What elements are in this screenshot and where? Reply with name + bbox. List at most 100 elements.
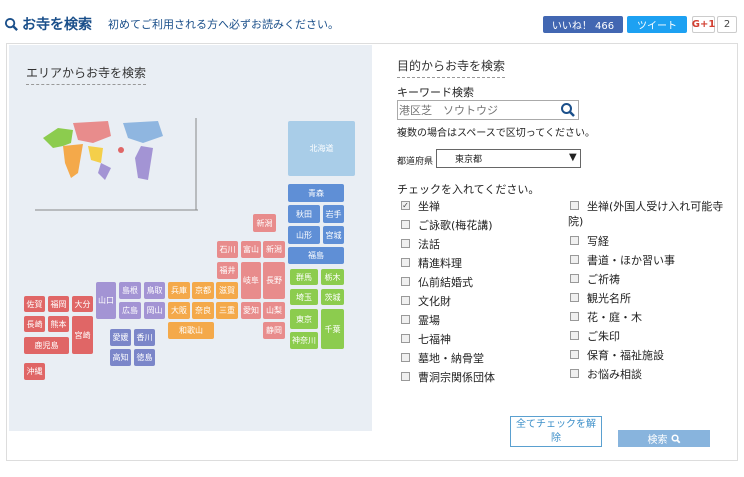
pref-ehime[interactable]: 愛媛 (110, 329, 131, 346)
first-time-link[interactable]: 初めてご利用される方へ必ずお読みください。 (108, 16, 339, 32)
pref-kanagawa[interactable]: 神奈川 (290, 332, 318, 349)
keyword-input[interactable] (399, 101, 557, 119)
option-left-6-label: 霊場 (418, 314, 440, 327)
pref-miyazaki[interactable]: 宮崎 (72, 316, 93, 354)
pref-nagasaki[interactable]: 長崎 (24, 316, 45, 332)
option-left-2-label: 法話 (418, 238, 440, 251)
prefecture-label: 都道府県 (397, 157, 434, 167)
pref-shizuoka[interactable]: 静岡 (263, 322, 285, 339)
option-right-2-checkbox[interactable] (570, 274, 579, 283)
option-left-7-label: 七福神 (418, 333, 451, 346)
pref-fukui[interactable]: 福井 (217, 262, 238, 279)
pref-ishikawa[interactable]: 石川 (217, 241, 238, 258)
option-left-5-checkbox[interactable] (401, 296, 410, 305)
pref-kagawa[interactable]: 香川 (134, 329, 155, 346)
pref-gifu[interactable]: 岐阜 (241, 262, 261, 299)
pref-okayama[interactable]: 岡山 (144, 302, 165, 319)
pref-oita[interactable]: 大分 (72, 296, 93, 312)
option-left-5-label: 文化財 (418, 295, 451, 308)
pref-niigata-2[interactable]: 新潟 (263, 241, 285, 258)
pref-toyama[interactable]: 富山 (241, 241, 261, 258)
search-button[interactable]: 検索 (618, 430, 710, 447)
pref-hiroshima[interactable]: 広島 (119, 302, 141, 319)
option-right-4-checkbox[interactable] (570, 312, 579, 321)
pref-okinawa[interactable]: 沖縄 (24, 363, 45, 380)
area-search-title: エリアからお寺を検索 (26, 64, 147, 85)
pref-kumamoto[interactable]: 熊本 (48, 316, 69, 332)
pref-saitama[interactable]: 埼玉 (290, 289, 318, 305)
option-right-6-checkbox[interactable] (570, 350, 579, 359)
pref-shiga[interactable]: 滋賀 (216, 282, 238, 299)
option-right-1-checkbox[interactable] (570, 255, 579, 264)
option-left-4-label: 仏前結婚式 (418, 276, 473, 289)
option-left-9-label: 曹洞宗関係団体 (418, 371, 495, 384)
pref-ibaraki[interactable]: 茨城 (321, 289, 344, 305)
pref-mie[interactable]: 三重 (216, 302, 238, 319)
pref-tottori[interactable]: 鳥取 (144, 282, 165, 299)
option-right-7-label: お悩み相談 (587, 368, 642, 381)
pref-fukushima[interactable]: 福島 (288, 247, 344, 264)
option-left-2-checkbox[interactable] (401, 239, 410, 248)
pref-tokyo[interactable]: 東京 (290, 309, 318, 329)
facebook-like-button[interactable]: いいね！ 466 (543, 16, 623, 33)
google-plus-button[interactable]: G+1 (692, 16, 715, 33)
pref-akita[interactable]: 秋田 (288, 205, 320, 223)
pref-niigata[interactable]: 新潟 (253, 214, 276, 232)
check-instruction: チェックを入れてください。 (397, 183, 540, 196)
pref-osaka[interactable]: 大阪 (168, 302, 190, 319)
option-zazen-foreign-label: 坐禅(外国人受け入れ可能寺 (587, 200, 724, 213)
option-left-8-checkbox[interactable] (401, 353, 410, 362)
pref-tochigi[interactable]: 栃木 (321, 269, 344, 285)
purpose-search-title: 目的からお寺を検索 (397, 57, 506, 78)
pref-yamaguchi[interactable]: 山口 (96, 282, 116, 319)
option-right-7-checkbox[interactable] (570, 369, 579, 378)
option-right-3-checkbox[interactable] (570, 293, 579, 302)
search-icon[interactable] (560, 102, 576, 118)
option-left-6-checkbox[interactable] (401, 315, 410, 324)
option-right-3-label: 観光名所 (587, 292, 631, 305)
option-right-1-label: 書道・ほか習い事 (587, 254, 675, 267)
pref-aomori[interactable]: 青森 (288, 184, 344, 202)
google-plus-count: 2 (717, 16, 737, 33)
option-right-4-label: 花・庭・木 (587, 311, 642, 324)
pref-kochi[interactable]: 高知 (110, 349, 131, 366)
pref-gunma[interactable]: 群馬 (290, 269, 318, 285)
pref-iwate[interactable]: 岩手 (323, 205, 344, 223)
pref-shimane[interactable]: 島根 (119, 282, 141, 299)
pref-wakayama[interactable]: 和歌山 (168, 322, 214, 339)
option-left-9-checkbox[interactable] (401, 372, 410, 381)
option-right-0-label: 写経 (587, 235, 609, 248)
pref-yamagata[interactable]: 山形 (288, 226, 320, 244)
option-left-4-checkbox[interactable] (401, 277, 410, 286)
chevron-down-icon: ▼ (569, 152, 577, 163)
option-right-0-checkbox[interactable] (570, 236, 579, 245)
option-zazen-foreign-checkbox[interactable] (570, 201, 579, 210)
tweet-button[interactable]: ツイート (627, 16, 687, 33)
page-title: お寺を検索 (4, 14, 92, 34)
pref-yamanashi[interactable]: 山梨 (263, 302, 285, 319)
prefecture-select[interactable]: 東京都 (436, 149, 581, 168)
pref-fukuoka[interactable]: 福岡 (48, 296, 69, 312)
option-left-0-checkbox[interactable]: ✓ (401, 201, 410, 210)
option-right-5-checkbox[interactable] (570, 331, 579, 340)
uncheck-all-button[interactable]: 全てチェックを解除 (510, 416, 602, 447)
option-zazen-foreign-label-cont: 院) (568, 215, 584, 228)
option-left-7-checkbox[interactable] (401, 334, 410, 343)
pref-tokushima[interactable]: 徳島 (134, 349, 155, 366)
option-right-5-label: ご朱印 (587, 330, 620, 343)
pref-aichi[interactable]: 愛知 (241, 302, 261, 319)
pref-kagoshima[interactable]: 鹿児島 (24, 337, 69, 354)
pref-nagano[interactable]: 長野 (263, 262, 285, 299)
pref-saga[interactable]: 佐賀 (24, 296, 45, 312)
option-left-8-label: 墓地・納骨堂 (418, 352, 484, 365)
keyword-note: 複数の場合はスペースで区切ってください。 (397, 128, 595, 139)
option-left-1-checkbox[interactable] (401, 220, 410, 229)
option-left-3-checkbox[interactable] (401, 258, 410, 267)
world-map[interactable] (33, 118, 198, 213)
pref-miyagi[interactable]: 宮城 (323, 226, 344, 244)
pref-kyoto[interactable]: 京都 (192, 282, 214, 299)
pref-hyogo[interactable]: 兵庫 (168, 282, 190, 299)
pref-nara[interactable]: 奈良 (192, 302, 214, 319)
pref-hokkaido[interactable]: 北海道 (288, 121, 355, 176)
pref-chiba[interactable]: 千葉 (321, 309, 344, 349)
